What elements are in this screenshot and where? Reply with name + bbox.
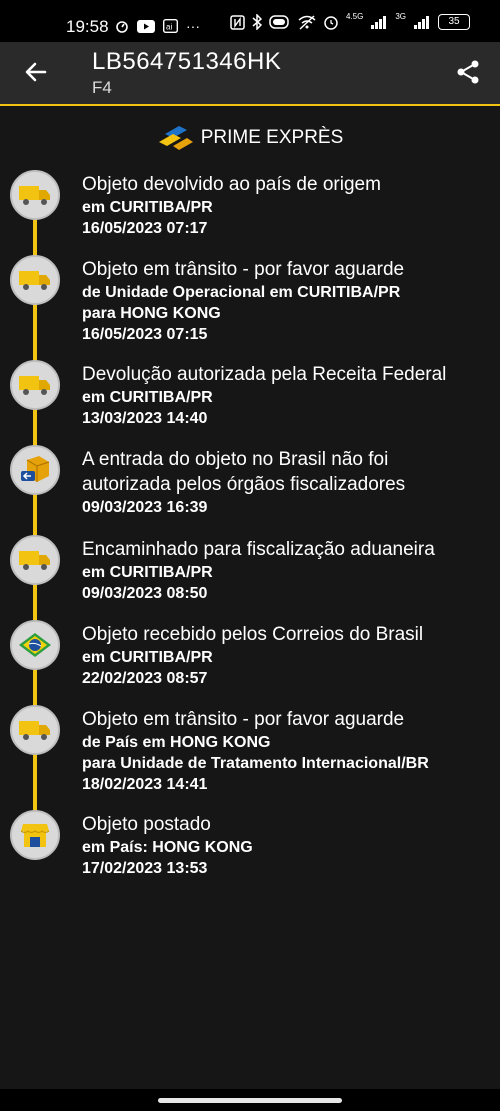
- alarm-icon: [324, 16, 338, 30]
- event-title: Objeto em trânsito - por favor aguarde: [82, 709, 405, 730]
- system-navigation-bar: [0, 1089, 500, 1111]
- status-right-icons: 4.5G 3G 35: [230, 11, 470, 30]
- event-destination: para Unidade de Tratamento Internacional…: [82, 755, 429, 772]
- event-datetime: 16/05/2023 07:17: [82, 220, 208, 237]
- timer-icon: [116, 21, 128, 33]
- event-title: Objeto em trânsito - por favor aguarde: [82, 259, 405, 280]
- event-location: em CURITIBA/PR: [82, 389, 213, 406]
- timeline-connector: [33, 408, 37, 448]
- battery-saver-icon: [269, 15, 289, 29]
- event-title: Objeto postado: [82, 814, 211, 835]
- event-location: em CURITIBA/PR: [82, 649, 213, 666]
- event-datetime: 13/03/2023 14:40: [82, 410, 208, 427]
- svg-text:ai: ai: [166, 23, 172, 32]
- timeline-connector: [33, 580, 37, 620]
- post-office-icon: [10, 810, 60, 860]
- event-title: Objeto devolvido ao país de origem: [82, 174, 381, 195]
- network-label-1: 4.5G: [345, 11, 364, 21]
- carrier-brand: PRIME EXPRÈS: [0, 118, 500, 158]
- truck-icon: [10, 360, 60, 410]
- event-datetime: 09/03/2023 08:50: [82, 585, 208, 602]
- signal-icon: [414, 16, 429, 29]
- bluetooth-icon: [252, 14, 262, 30]
- share-button[interactable]: [452, 56, 484, 88]
- truck-icon: [10, 535, 60, 585]
- more-icon: ···: [186, 18, 200, 34]
- signal-icon: [371, 16, 387, 29]
- carrier-name: PRIME EXPRÈS: [200, 127, 344, 148]
- app-icon: ai: [163, 19, 178, 33]
- event-title: Objeto recebido pelos Correios do Brasil: [82, 624, 424, 645]
- event-title: Devolução autorizada pela Receita Federa…: [82, 364, 447, 385]
- event-location: em CURITIBA/PR: [82, 564, 213, 581]
- wifi-off-icon: [298, 14, 316, 30]
- event-title: A entrada do objeto no Brasil não foi: [82, 449, 389, 470]
- back-button[interactable]: [20, 56, 52, 88]
- event-origin: de País em HONG KONG: [82, 734, 271, 751]
- truck-icon: [10, 705, 60, 755]
- event-datetime: 17/02/2023 13:53: [82, 860, 208, 877]
- timeline-connector: [33, 665, 37, 705]
- timeline-connector: [33, 493, 37, 535]
- youtube-icon: [137, 19, 155, 33]
- package-return-icon: [10, 445, 60, 495]
- event-title: Encaminhado para fiscalização aduaneira: [82, 539, 435, 560]
- event-datetime: 09/03/2023 16:39: [82, 499, 208, 516]
- tracking-subtitle: F4: [92, 78, 112, 97]
- truck-icon: [10, 255, 60, 305]
- event-origin: de Unidade Operacional em CURITIBA/PR: [82, 284, 401, 301]
- app-bar: LB564751346HK F4: [0, 42, 500, 106]
- timeline-connector: [33, 218, 37, 258]
- nfc-icon: [230, 14, 245, 30]
- timeline-connector: [33, 303, 37, 363]
- event-datetime: 22/02/2023 08:57: [82, 670, 208, 687]
- brazil-flag-icon: [10, 620, 60, 670]
- prime-expres-logo: [158, 126, 193, 150]
- event-location: em CURITIBA/PR: [82, 199, 213, 216]
- status-time: 19:58: [66, 17, 109, 36]
- battery-indicator: 35: [438, 14, 470, 30]
- network-label-2: 3G: [395, 11, 406, 21]
- tracking-code: LB564751346HK: [92, 48, 282, 75]
- home-gesture-handle[interactable]: [158, 1098, 342, 1103]
- event-location: em País: HONG KONG: [82, 839, 253, 856]
- status-left-icons: ai ···: [115, 17, 200, 35]
- arrow-left-icon: [25, 62, 47, 82]
- event-datetime: 18/02/2023 14:41: [82, 776, 208, 793]
- truck-icon: [10, 170, 60, 220]
- timeline-connector: [33, 750, 37, 812]
- event-destination: para HONG KONG: [82, 305, 221, 322]
- event-datetime: 16/05/2023 07:15: [82, 326, 208, 343]
- share-icon: [457, 60, 479, 84]
- status-bar: 19:58 ai ··· 4.5G 3G 35: [0, 0, 500, 42]
- event-title-continued: autorizada pelos órgãos fiscalizadores: [82, 474, 406, 495]
